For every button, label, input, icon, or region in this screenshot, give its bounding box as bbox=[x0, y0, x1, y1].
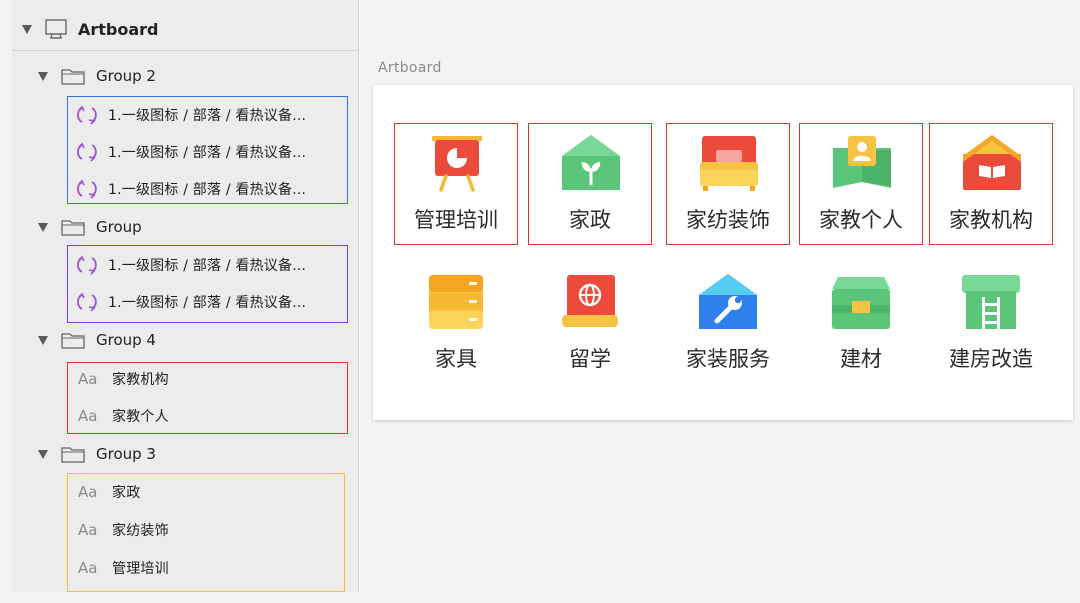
disclosure-triangle-icon[interactable] bbox=[22, 24, 32, 34]
folder-icon bbox=[61, 447, 85, 463]
group-label: Group 2 bbox=[96, 67, 156, 85]
symbol-label: 1.一级图标 / 部落 / 看热议备... bbox=[108, 295, 307, 311]
layer-group-4[interactable]: Group 4 bbox=[38, 325, 156, 355]
house-sprout-icon bbox=[562, 135, 620, 190]
group-label: Group 4 bbox=[96, 331, 156, 349]
group-2-selection: 1.一级图标 / 部落 / 看热议备... 1.一级图标 / 部落 / 看热议备… bbox=[67, 96, 348, 204]
artboard-title[interactable]: Artboard bbox=[378, 60, 442, 76]
symbol-label: 1.一级图标 / 部落 / 看热议备... bbox=[108, 145, 307, 161]
text-layer-label: 管理培训 bbox=[112, 561, 169, 577]
grid-item-label: 家教机构 bbox=[949, 208, 1033, 232]
text-layer-label: 家纺装饰 bbox=[112, 523, 169, 539]
symbol-icon bbox=[76, 142, 97, 162]
grid-item-tutor-institution[interactable]: 家教机构 bbox=[929, 123, 1053, 245]
layers-panel: Artboard Group 2 1.一级图标 / 部落 / 看热议备... 1… bbox=[12, 0, 359, 592]
folder-icon bbox=[61, 220, 85, 236]
group-selection: 1.一级图标 / 部落 / 看热议备... 1.一级图标 / 部落 / 看热议备… bbox=[67, 245, 348, 323]
layer-text[interactable]: Aa 家纺装饰 bbox=[78, 516, 169, 544]
text-layer-icon: Aa bbox=[78, 370, 98, 388]
symbol-label: 1.一级图标 / 部落 / 看热议备... bbox=[108, 108, 307, 124]
grid-item-label: 家纺装饰 bbox=[686, 208, 770, 232]
symbol-label: 1.一级图标 / 部落 / 看热议备... bbox=[108, 182, 307, 198]
layer-symbol[interactable]: 1.一级图标 / 部落 / 看热议备... bbox=[76, 101, 306, 129]
materials-box-icon bbox=[832, 277, 890, 329]
text-layer-label: 家政 bbox=[112, 485, 141, 501]
grid-item-housekeeping[interactable]: 家政 bbox=[528, 123, 652, 245]
grid-item-label: 建房改造 bbox=[949, 347, 1033, 371]
layer-group-2[interactable]: Group 2 bbox=[38, 61, 156, 91]
disclosure-triangle-icon[interactable] bbox=[38, 222, 48, 232]
house-ladder-icon bbox=[962, 275, 1020, 329]
layer-symbol[interactable]: 1.一级图标 / 部落 / 看热议备... bbox=[76, 251, 306, 279]
school-book-icon bbox=[963, 135, 1021, 190]
group-3-selection: Aa 家政 Aa 家纺装饰 Aa 管理培训 bbox=[67, 473, 345, 592]
grid-item-tutor-person[interactable]: 家教个人 bbox=[799, 123, 923, 245]
artboard-layer-label: Artboard bbox=[78, 19, 159, 39]
grid-item-label: 留学 bbox=[569, 347, 611, 371]
symbol-icon bbox=[76, 105, 97, 125]
text-layer-icon: Aa bbox=[78, 521, 98, 539]
grid-item-study-abroad[interactable]: 留学 bbox=[528, 263, 652, 385]
globe-scroll-icon bbox=[561, 275, 618, 327]
symbol-label: 1.一级图标 / 部落 / 看热议备... bbox=[108, 258, 307, 274]
grid-item-label: 管理培训 bbox=[414, 208, 498, 232]
layer-artboard[interactable]: Artboard bbox=[22, 14, 159, 44]
grid-item-label: 家教个人 bbox=[819, 208, 903, 232]
layer-text[interactable]: Aa 家政 bbox=[78, 478, 140, 506]
grid-item-building-materials[interactable]: 建材 bbox=[799, 263, 923, 385]
group-4-selection: Aa 家教机构 Aa 家教个人 bbox=[67, 362, 348, 434]
divider bbox=[12, 50, 359, 51]
grid-item-house-renovation[interactable]: 建房改造 bbox=[929, 263, 1053, 385]
layer-text[interactable]: Aa 家教机构 bbox=[78, 365, 169, 393]
grid-item-label: 家政 bbox=[569, 208, 611, 232]
cabinet-icon bbox=[429, 275, 483, 329]
text-layer-label: 家教机构 bbox=[112, 372, 169, 388]
text-layer-icon: Aa bbox=[78, 483, 98, 501]
layer-text[interactable]: Aa 管理培训 bbox=[78, 554, 169, 582]
group-label: Group 3 bbox=[96, 445, 156, 463]
symbol-icon bbox=[76, 179, 97, 199]
disclosure-triangle-icon[interactable] bbox=[38, 449, 48, 459]
grid-item-training[interactable]: 管理培训 bbox=[394, 123, 518, 245]
text-layer-label: 家教个人 bbox=[112, 409, 169, 425]
folder-icon bbox=[61, 69, 85, 85]
tutor-person-icon bbox=[833, 136, 891, 188]
disclosure-triangle-icon[interactable] bbox=[38, 71, 48, 81]
grid-item-label: 建材 bbox=[840, 347, 882, 371]
text-layer-icon: Aa bbox=[78, 407, 98, 425]
symbol-icon bbox=[76, 255, 97, 275]
text-layer-icon: Aa bbox=[78, 559, 98, 577]
wrench-house-icon bbox=[699, 274, 757, 329]
artboard-icon bbox=[45, 19, 67, 39]
training-board-icon bbox=[432, 136, 482, 192]
artboard[interactable]: 管理培训 家政 家纺装饰 家教个人 家教机构 家具 留学 家装服务 建材 建房改… bbox=[373, 85, 1073, 420]
grid-item-label: 家装服务 bbox=[686, 347, 770, 371]
grid-item-home-decoration-service[interactable]: 家装服务 bbox=[666, 263, 790, 385]
layer-group-3[interactable]: Group 3 bbox=[38, 439, 156, 469]
grid-item-label: 家具 bbox=[435, 347, 477, 371]
folder-icon bbox=[61, 333, 85, 349]
grid-item-textile[interactable]: 家纺装饰 bbox=[666, 123, 790, 245]
layer-symbol[interactable]: 1.一级图标 / 部落 / 看热议备... bbox=[76, 288, 306, 316]
group-label: Group bbox=[96, 218, 142, 236]
grid-item-furniture[interactable]: 家具 bbox=[394, 263, 518, 385]
layer-symbol[interactable]: 1.一级图标 / 部落 / 看热议备... bbox=[76, 175, 306, 203]
symbol-icon bbox=[76, 292, 97, 312]
disclosure-triangle-icon[interactable] bbox=[38, 335, 48, 345]
layer-group[interactable]: Group bbox=[38, 212, 142, 242]
layer-text[interactable]: Aa 家教个人 bbox=[78, 402, 169, 430]
bed-icon bbox=[700, 136, 758, 191]
layer-symbol[interactable]: 1.一级图标 / 部落 / 看热议备... bbox=[76, 138, 306, 166]
